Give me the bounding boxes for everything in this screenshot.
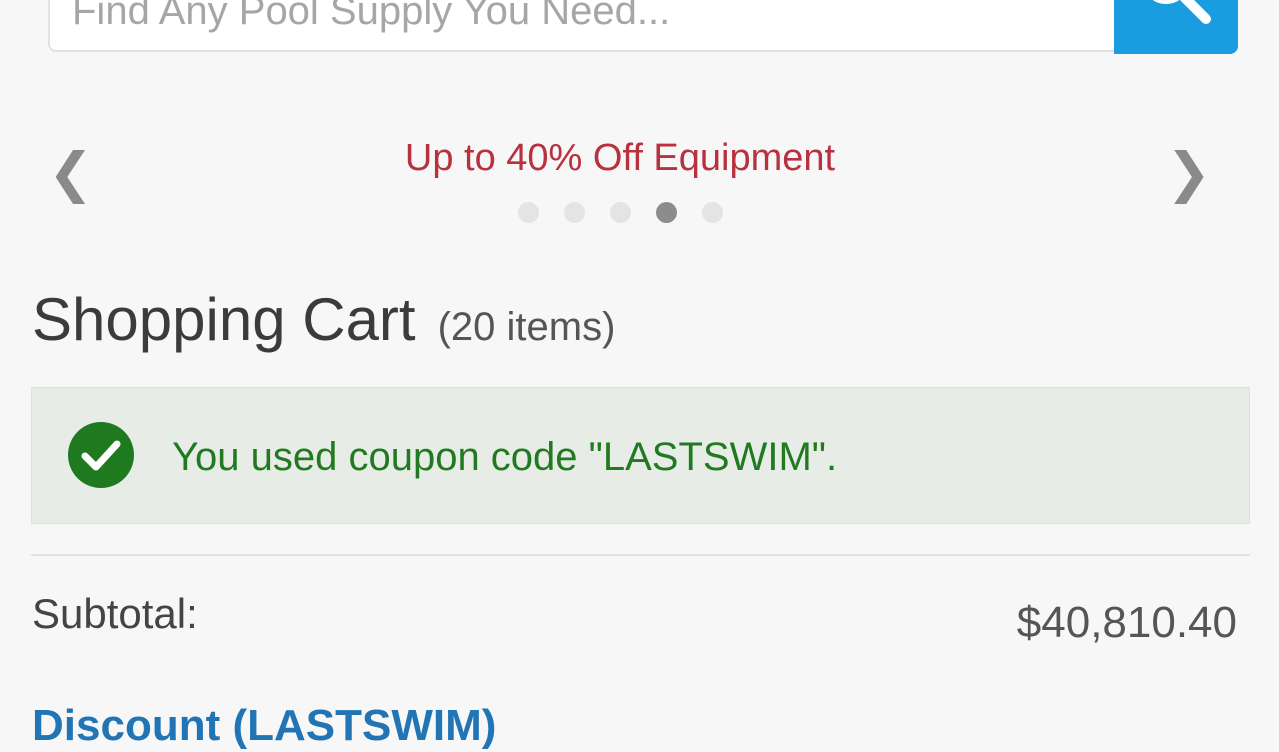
coupon-alert: You used coupon code "LASTSWIM".	[31, 387, 1250, 524]
cart-item-count: (20 items)	[437, 305, 616, 349]
promo-carousel: ❮ Up to 40% Off Equipment ❯	[0, 120, 1279, 230]
carousel-dot[interactable]	[518, 202, 539, 223]
discount-link[interactable]: Discount (LASTSWIM)	[32, 700, 496, 752]
carousel-dot[interactable]	[564, 202, 585, 223]
check-circle-icon	[68, 422, 134, 488]
page-title: Shopping Cart (20 items)	[32, 284, 615, 356]
subtotal-label: Subtotal:	[32, 590, 198, 637]
carousel-dots	[518, 202, 748, 224]
subtotal-value: $40,810.40	[1016, 598, 1237, 647]
carousel-dot-active[interactable]	[656, 202, 677, 223]
carousel-dot[interactable]	[610, 202, 631, 223]
carousel-next-icon[interactable]: ❯	[1166, 138, 1211, 208]
divider	[31, 554, 1250, 556]
carousel-dot[interactable]	[702, 202, 723, 223]
cart-title: Shopping Cart	[32, 286, 416, 353]
promo-text[interactable]: Up to 40% Off Equipment	[0, 134, 1240, 182]
search-button[interactable]	[1114, 0, 1238, 54]
coupon-message: You used coupon code "LASTSWIM".	[172, 435, 838, 479]
search-input[interactable]	[48, 0, 1168, 52]
search-icon	[1152, 0, 1211, 24]
search-bar	[48, 0, 1238, 54]
